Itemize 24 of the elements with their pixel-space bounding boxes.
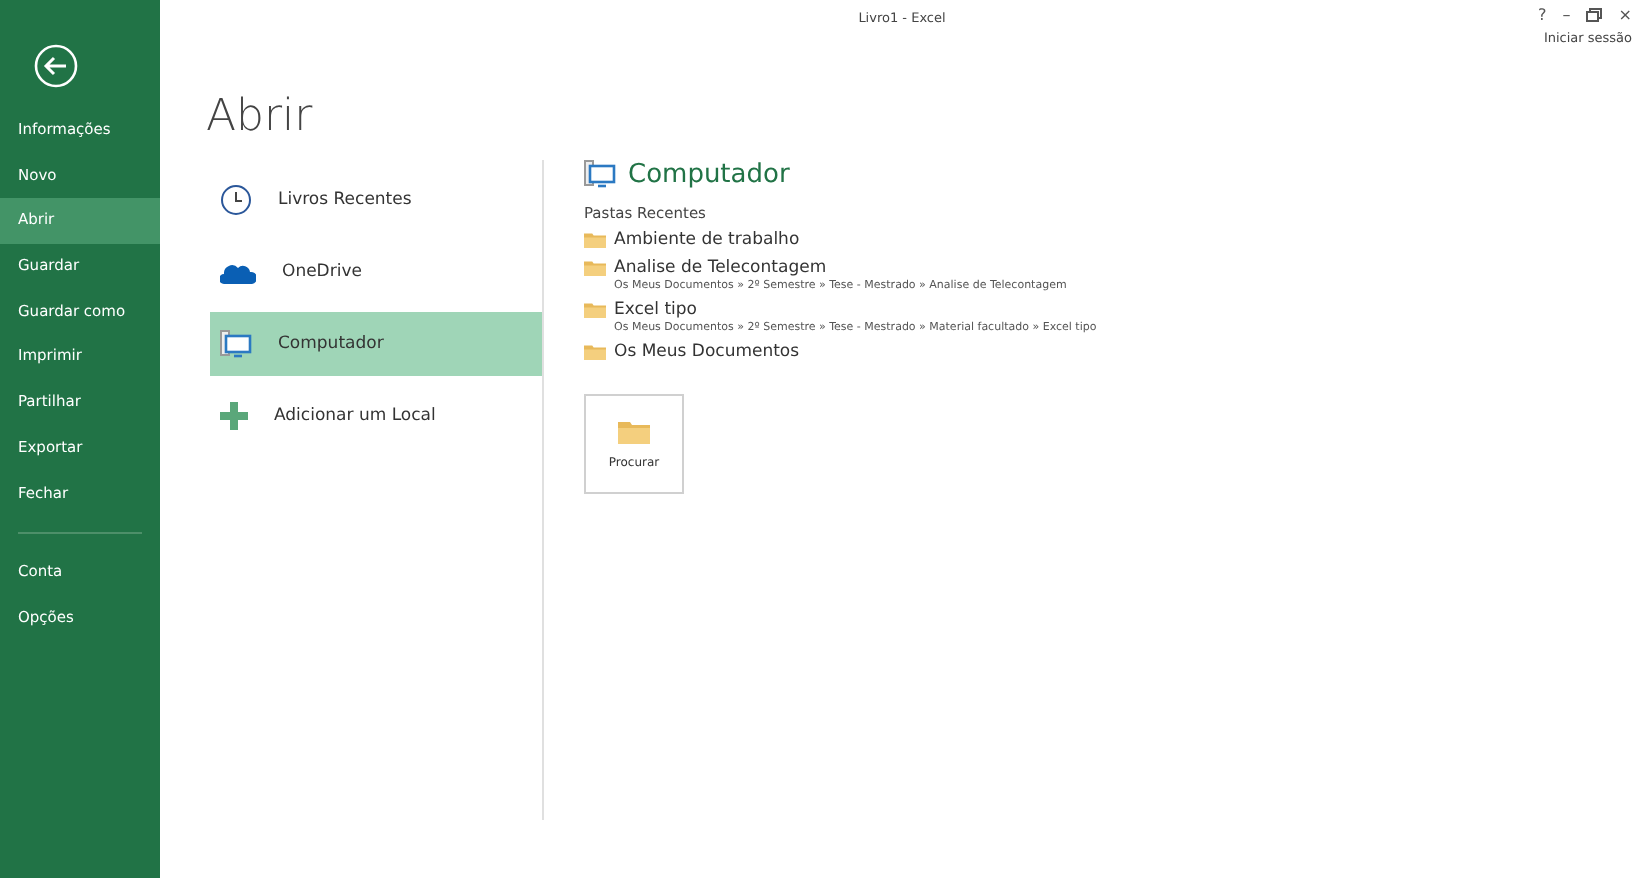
restore-icon[interactable]	[1586, 8, 1603, 22]
page-title: Abrir	[206, 92, 315, 146]
location-item[interactable]: OneDrive	[210, 240, 544, 304]
cloud-icon	[220, 261, 256, 283]
folder-icon	[584, 344, 606, 361]
help-button[interactable]: ?	[1538, 6, 1547, 24]
computer-icon	[584, 160, 616, 190]
plus-icon	[220, 402, 248, 430]
folder-link[interactable]: Excel tipo	[614, 300, 1097, 320]
location-item[interactable]: Livros Recentes	[210, 168, 544, 232]
folder-link[interactable]: Os Meus Documentos	[614, 342, 800, 362]
folder-link[interactable]: Ambiente de trabalho	[614, 230, 800, 250]
folder-icon	[584, 302, 606, 319]
folder-icon	[618, 420, 650, 444]
folder-icon	[584, 232, 606, 249]
section-heading: Computador	[628, 160, 790, 190]
computer-icon	[220, 329, 252, 359]
minimize-button[interactable]: –	[1562, 6, 1571, 24]
folder-icon	[584, 260, 606, 277]
clock-icon	[220, 184, 252, 216]
location-item[interactable]: Computador	[210, 312, 544, 376]
folder-link[interactable]: Analise de Telecontagem	[614, 258, 1067, 278]
close-button[interactable]: ×	[1618, 6, 1632, 24]
location-item[interactable]: Adicionar um Local	[210, 384, 544, 448]
